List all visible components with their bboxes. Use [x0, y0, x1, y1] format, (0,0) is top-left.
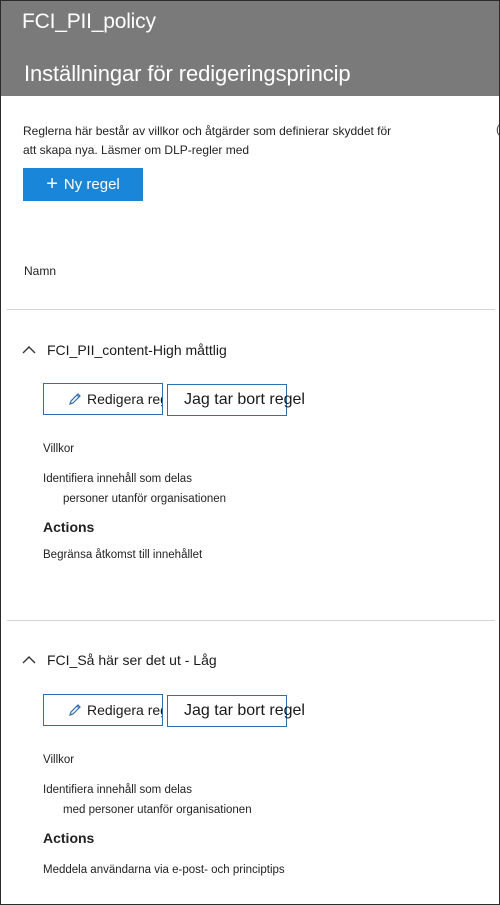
- divider: [7, 620, 495, 621]
- edit-rule-button[interactable]: Redigera regel: [43, 694, 163, 726]
- delete-rule-button[interactable]: Jag tar bort regel: [167, 695, 305, 727]
- divider: [7, 309, 495, 310]
- condition-line: Identifiera innehåll som delas: [43, 473, 192, 485]
- chevron-up-icon[interactable]: [21, 344, 37, 356]
- rule-name: FCI_Så här ser det ut - Låg: [47, 652, 217, 668]
- clipped-text: (: [496, 122, 500, 136]
- new-rule-button[interactable]: + Ny regel: [23, 168, 143, 201]
- conditions-label: Villkor: [43, 754, 75, 766]
- plus-icon: +: [46, 172, 58, 195]
- pencil-icon: [69, 393, 81, 405]
- rule-name: FCI_PII_content-High måttlig: [47, 342, 227, 358]
- rule-header-1[interactable]: FCI_PII_content-High måttlig: [21, 342, 227, 358]
- condition-line: Identifiera innehåll som delas: [43, 784, 192, 796]
- pencil-icon: [69, 704, 81, 716]
- actions-heading: Actions: [43, 519, 95, 535]
- action-text: Meddela användarna via e-post- och princ…: [43, 864, 285, 876]
- edit-rule-button[interactable]: Redigera regel: [43, 383, 163, 415]
- policy-panel: FCI_PII_policy Inställningar för rediger…: [0, 0, 500, 905]
- new-rule-label: Ny regel: [63, 176, 120, 193]
- chevron-up-icon[interactable]: [21, 654, 37, 666]
- action-text: Begränsa åtkomst till innehållet: [43, 549, 203, 561]
- column-header-name: Namn: [24, 264, 57, 278]
- page-title: Inställningar för redigeringsprincip: [24, 61, 351, 86]
- policy-name: FCI_PII_policy: [22, 10, 156, 33]
- panel-header: FCI_PII_policy Inställningar för rediger…: [1, 1, 499, 96]
- rule-header-2[interactable]: FCI_Så här ser det ut - Låg: [21, 652, 217, 668]
- condition-line: personer utanför organisationen: [63, 493, 227, 505]
- intro-text: Reglerna här består av villkor och åtgär…: [23, 124, 392, 157]
- delete-rule-button[interactable]: Jag tar bort regel: [167, 384, 305, 416]
- edit-rule-label: Redigera regel: [87, 391, 162, 407]
- conditions-label: Villkor: [43, 443, 75, 455]
- condition-line: med personer utanför organisationen: [63, 804, 252, 816]
- edit-rule-label: Redigera regel: [87, 702, 162, 718]
- actions-heading: Actions: [43, 830, 95, 846]
